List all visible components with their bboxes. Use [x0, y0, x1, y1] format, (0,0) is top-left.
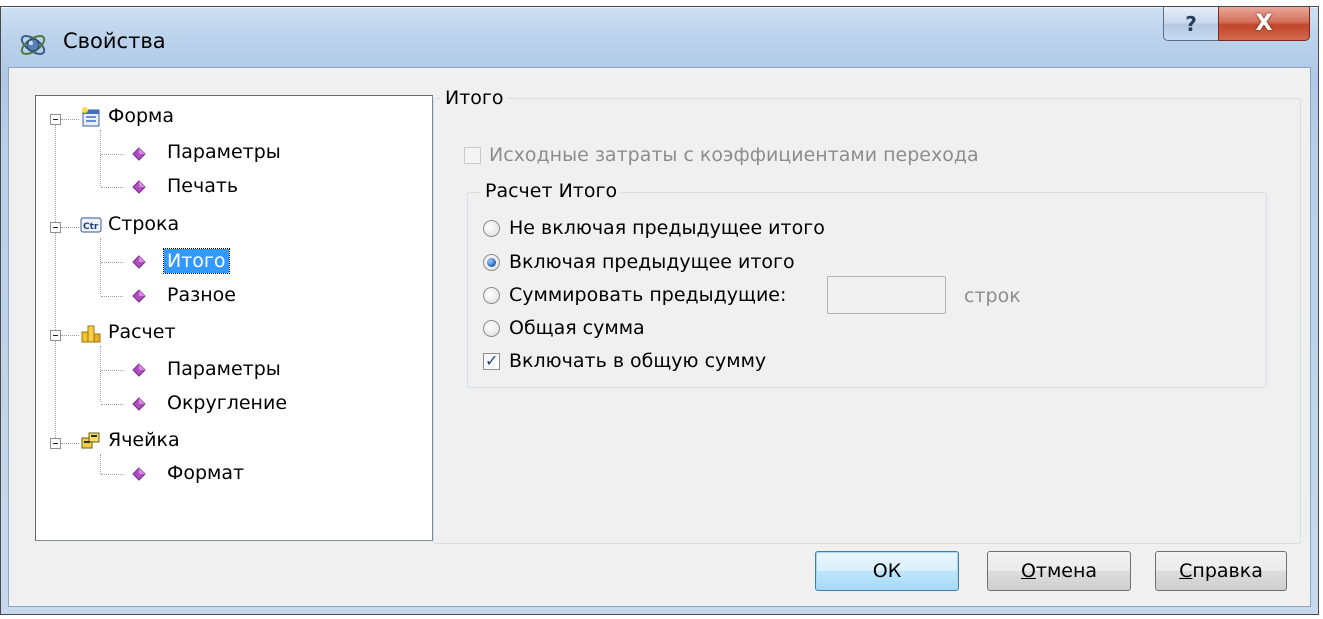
gem-icon — [132, 289, 146, 303]
collapse-toggle[interactable] — [50, 330, 61, 341]
close-button[interactable]: X — [1218, 7, 1310, 41]
help-button[interactable]: Справка — [1155, 551, 1287, 591]
help-title-button[interactable]: ? — [1163, 7, 1219, 41]
check-icon: ✓ — [485, 351, 499, 370]
collapse-toggle[interactable] — [50, 438, 61, 449]
dialog-client-area: Форма Параметры Печать Ctr Строка Итого — [8, 67, 1311, 607]
category-tree[interactable]: Форма Параметры Печать Ctr Строка Итого — [35, 95, 433, 541]
radio-include-previous[interactable] — [483, 254, 500, 271]
gem-icon — [132, 363, 146, 377]
svg-text:Ctr: Ctr — [83, 222, 99, 232]
tree-node-label: Разное — [167, 284, 236, 306]
collapse-toggle[interactable] — [50, 222, 61, 233]
cancel-button-label: Отмена — [1020, 560, 1098, 582]
gem-icon — [132, 397, 146, 411]
app-icon — [20, 35, 46, 55]
ok-button[interactable]: ОК — [815, 551, 959, 591]
tree-node-label: Печать — [167, 175, 239, 197]
rows-count-input[interactable] — [827, 276, 946, 314]
tree-node-label: Округление — [167, 392, 288, 414]
radio-exclude-previous-label: Не включая предыдущее итого — [509, 217, 825, 239]
row-icon: Ctr — [80, 217, 102, 233]
form-icon — [82, 107, 100, 127]
source-costs-checkbox[interactable] — [464, 147, 481, 164]
tree-node-label: Параметры — [167, 358, 281, 380]
cell-icon — [81, 432, 100, 449]
radio-sum-previous[interactable] — [483, 287, 500, 304]
radio-sum-previous-label: Суммировать предыдущие: — [509, 284, 787, 306]
gem-icon — [132, 147, 146, 161]
rows-suffix-label: строк — [964, 285, 1021, 307]
gem-icon — [132, 467, 146, 481]
cancel-button[interactable]: Отмена — [987, 551, 1131, 591]
gem-icon — [132, 180, 146, 194]
include-total-checkbox[interactable]: ✓ — [483, 351, 500, 370]
help-button-label: Справка — [1179, 560, 1263, 582]
tree-node-label: Строка — [108, 213, 180, 235]
tree-node-label: Расчет — [108, 321, 176, 343]
tree-node-label: Формат — [167, 462, 245, 484]
calc-total-title: Расчет Итого — [481, 180, 622, 202]
calc-icon — [81, 325, 101, 343]
tree-node-label: Ячейка — [108, 429, 180, 451]
question-icon: ? — [1185, 11, 1197, 36]
collapse-toggle[interactable] — [50, 114, 61, 125]
radio-grand-total-label: Общая сумма — [509, 317, 645, 339]
radio-include-previous-label: Включая предыдущее итого — [509, 251, 795, 273]
window-title: Свойства — [63, 29, 166, 53]
tree-node-label-selected: Итого — [163, 248, 230, 274]
source-costs-label: Исходные затраты с коэффициентами перехо… — [489, 144, 979, 166]
tree-node-label: Параметры — [167, 141, 281, 163]
ok-button-label: ОК — [872, 560, 902, 582]
total-group-title: Итого — [441, 87, 508, 109]
tree-node-label: Форма — [108, 105, 175, 127]
title-bar[interactable]: Свойства ? X — [1, 7, 1318, 67]
radio-grand-total[interactable] — [483, 320, 500, 337]
gem-icon — [132, 255, 146, 269]
radio-exclude-previous[interactable] — [483, 220, 500, 237]
include-total-label: Включать в общую сумму — [509, 350, 767, 372]
close-icon: X — [1255, 11, 1273, 36]
